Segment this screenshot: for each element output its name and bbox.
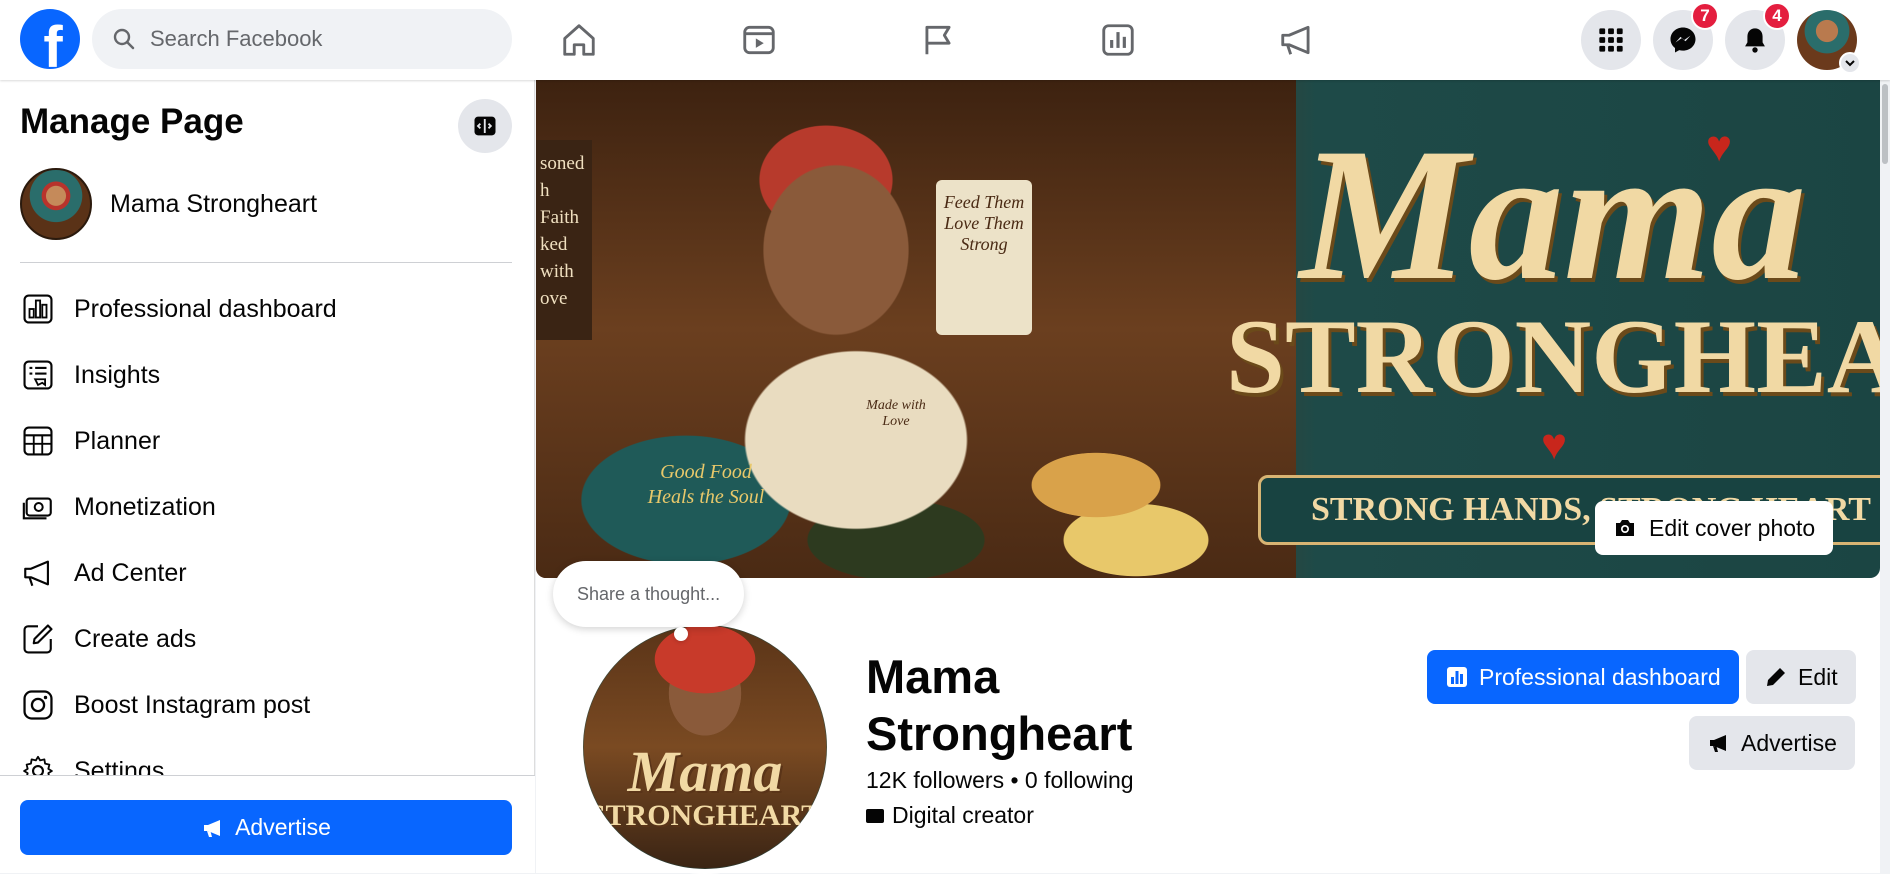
page-scrollbar[interactable] — [1880, 80, 1890, 873]
notifications-button[interactable]: 4 — [1725, 2, 1791, 70]
edit-cover-photo-label: Edit cover photo — [1649, 514, 1816, 541]
profile-picture-script: Mama — [627, 739, 783, 804]
category-icon — [866, 808, 884, 823]
thought-bubble-tail — [674, 627, 688, 641]
planner-icon — [20, 423, 56, 459]
professional-dashboard-label: Professional dashboard — [1479, 663, 1721, 690]
sidebar-item-insights[interactable]: Insights — [0, 342, 535, 408]
professional-dashboard-button[interactable]: Professional dashboard — [1427, 650, 1739, 704]
create-ads-icon — [20, 621, 56, 657]
page-title: Mama Strongheart — [866, 650, 1133, 760]
menu-grid-button[interactable] — [1581, 10, 1641, 70]
sidebar-item-ad-center[interactable]: Ad Center — [0, 540, 535, 606]
notifications-badge: 4 — [1763, 2, 1791, 30]
cover-feed-sign: Feed Them Love Them Strong — [936, 180, 1032, 335]
cover-apron-text: Made with Love — [866, 398, 926, 429]
edit-cover-photo-button[interactable]: Edit cover photo — [1595, 501, 1834, 555]
advertise-button[interactable]: Advertise — [1689, 716, 1855, 770]
megaphone-icon[interactable] — [1269, 12, 1325, 68]
dashboard-icon — [20, 291, 56, 327]
heart-icon: ♥ — [1541, 420, 1568, 469]
search-bar[interactable] — [92, 9, 512, 69]
divider — [20, 262, 512, 263]
messenger-icon — [1670, 27, 1696, 53]
sidebar-item-planner[interactable]: Planner — [0, 408, 535, 474]
manage-page-sidebar: Manage Page Mama Strongheart Professiona… — [0, 80, 535, 873]
share-thought-placeholder: Share a thought... — [577, 583, 721, 604]
sidebar-item-label: Create ads — [74, 624, 197, 653]
home-icon[interactable] — [551, 12, 607, 68]
messenger-badge: 7 — [1691, 2, 1719, 30]
flag-icon[interactable] — [910, 12, 966, 68]
insights-icon — [20, 357, 56, 393]
megaphone-icon — [1710, 735, 1726, 752]
dashboard-icon — [1447, 667, 1467, 687]
megaphone-icon — [204, 819, 221, 837]
cover-title-block: STRONGHEART — [1226, 298, 1880, 415]
search-icon — [113, 28, 135, 50]
profile-picture[interactable]: Mama STRONGHEART — [578, 620, 832, 874]
pencil-icon — [1767, 668, 1785, 686]
chevron-down-icon — [1839, 52, 1861, 74]
follower-stats[interactable]: 12K followers • 0 following — [866, 767, 1134, 794]
sidebar-advertise-label: Advertise — [235, 814, 331, 840]
sidebar-advertise-button[interactable]: Advertise — [20, 800, 512, 855]
sidebar-item-professional-dashboard[interactable]: Professional dashboard — [0, 276, 535, 342]
facebook-logo[interactable]: f — [20, 9, 80, 69]
page-avatar — [20, 168, 92, 240]
messenger-button[interactable]: 7 — [1653, 2, 1719, 70]
panel-toggle-icon — [474, 116, 496, 136]
account-avatar-button[interactable] — [1797, 10, 1861, 74]
profile-picture-block: STRONGHEART — [588, 799, 822, 832]
cover-title-script: Mama — [1299, 110, 1807, 320]
instagram-icon — [20, 687, 56, 723]
sidebar-title: Manage Page — [20, 102, 244, 141]
sidebar-item-label: Insights — [74, 360, 161, 389]
video-icon[interactable] — [731, 12, 787, 68]
edit-label: Edit — [1798, 663, 1838, 690]
page-category-label: Digital creator — [892, 802, 1034, 828]
cover-left-sign: soned h Faith ked with ove — [536, 140, 592, 340]
share-thought-bubble[interactable]: Share a thought... — [553, 561, 745, 627]
page-main: soned h Faith ked with ove Feed Them Lov… — [536, 80, 1890, 874]
search-input[interactable] — [150, 26, 490, 52]
sidebar-toggle-button[interactable] — [458, 99, 512, 153]
sidebar-item-label: Planner — [74, 426, 161, 455]
page-switcher[interactable]: Mama Strongheart — [20, 168, 317, 240]
sidebar-item-label: Monetization — [74, 492, 216, 521]
sidebar-item-label: Ad Center — [74, 558, 187, 587]
sidebar-menu: Professional dashboard Insights Planner … — [0, 276, 535, 856]
monetization-icon — [20, 489, 56, 525]
cover-pot-text: Good Food Heals the Soul — [647, 461, 765, 508]
facebook-logo-letter: f — [43, 15, 63, 70]
advertise-label: Advertise — [1741, 729, 1837, 756]
sidebar-item-monetization[interactable]: Monetization — [0, 474, 535, 540]
bell-icon — [1745, 28, 1765, 53]
grid-icon — [1599, 28, 1623, 52]
sidebar-item-create-ads[interactable]: Create ads — [0, 606, 535, 672]
edit-button[interactable]: Edit — [1746, 650, 1856, 704]
page-category: Digital creator — [866, 802, 1034, 829]
top-navigation-bar: f 7 4 — [0, 0, 1890, 80]
megaphone-icon — [20, 555, 56, 591]
sidebar-item-boost-instagram-post[interactable]: Boost Instagram post — [0, 672, 535, 738]
sidebar-item-label: Professional dashboard — [74, 294, 337, 323]
scrollbar-thumb[interactable] — [1882, 84, 1888, 164]
page-name: Mama Strongheart — [110, 189, 318, 218]
cover-photo[interactable]: soned h Faith ked with ove Feed Them Lov… — [536, 80, 1880, 578]
dashboard-icon[interactable] — [1090, 12, 1146, 68]
camera-icon — [1616, 520, 1634, 536]
sidebar-item-label: Boost Instagram post — [74, 690, 311, 719]
